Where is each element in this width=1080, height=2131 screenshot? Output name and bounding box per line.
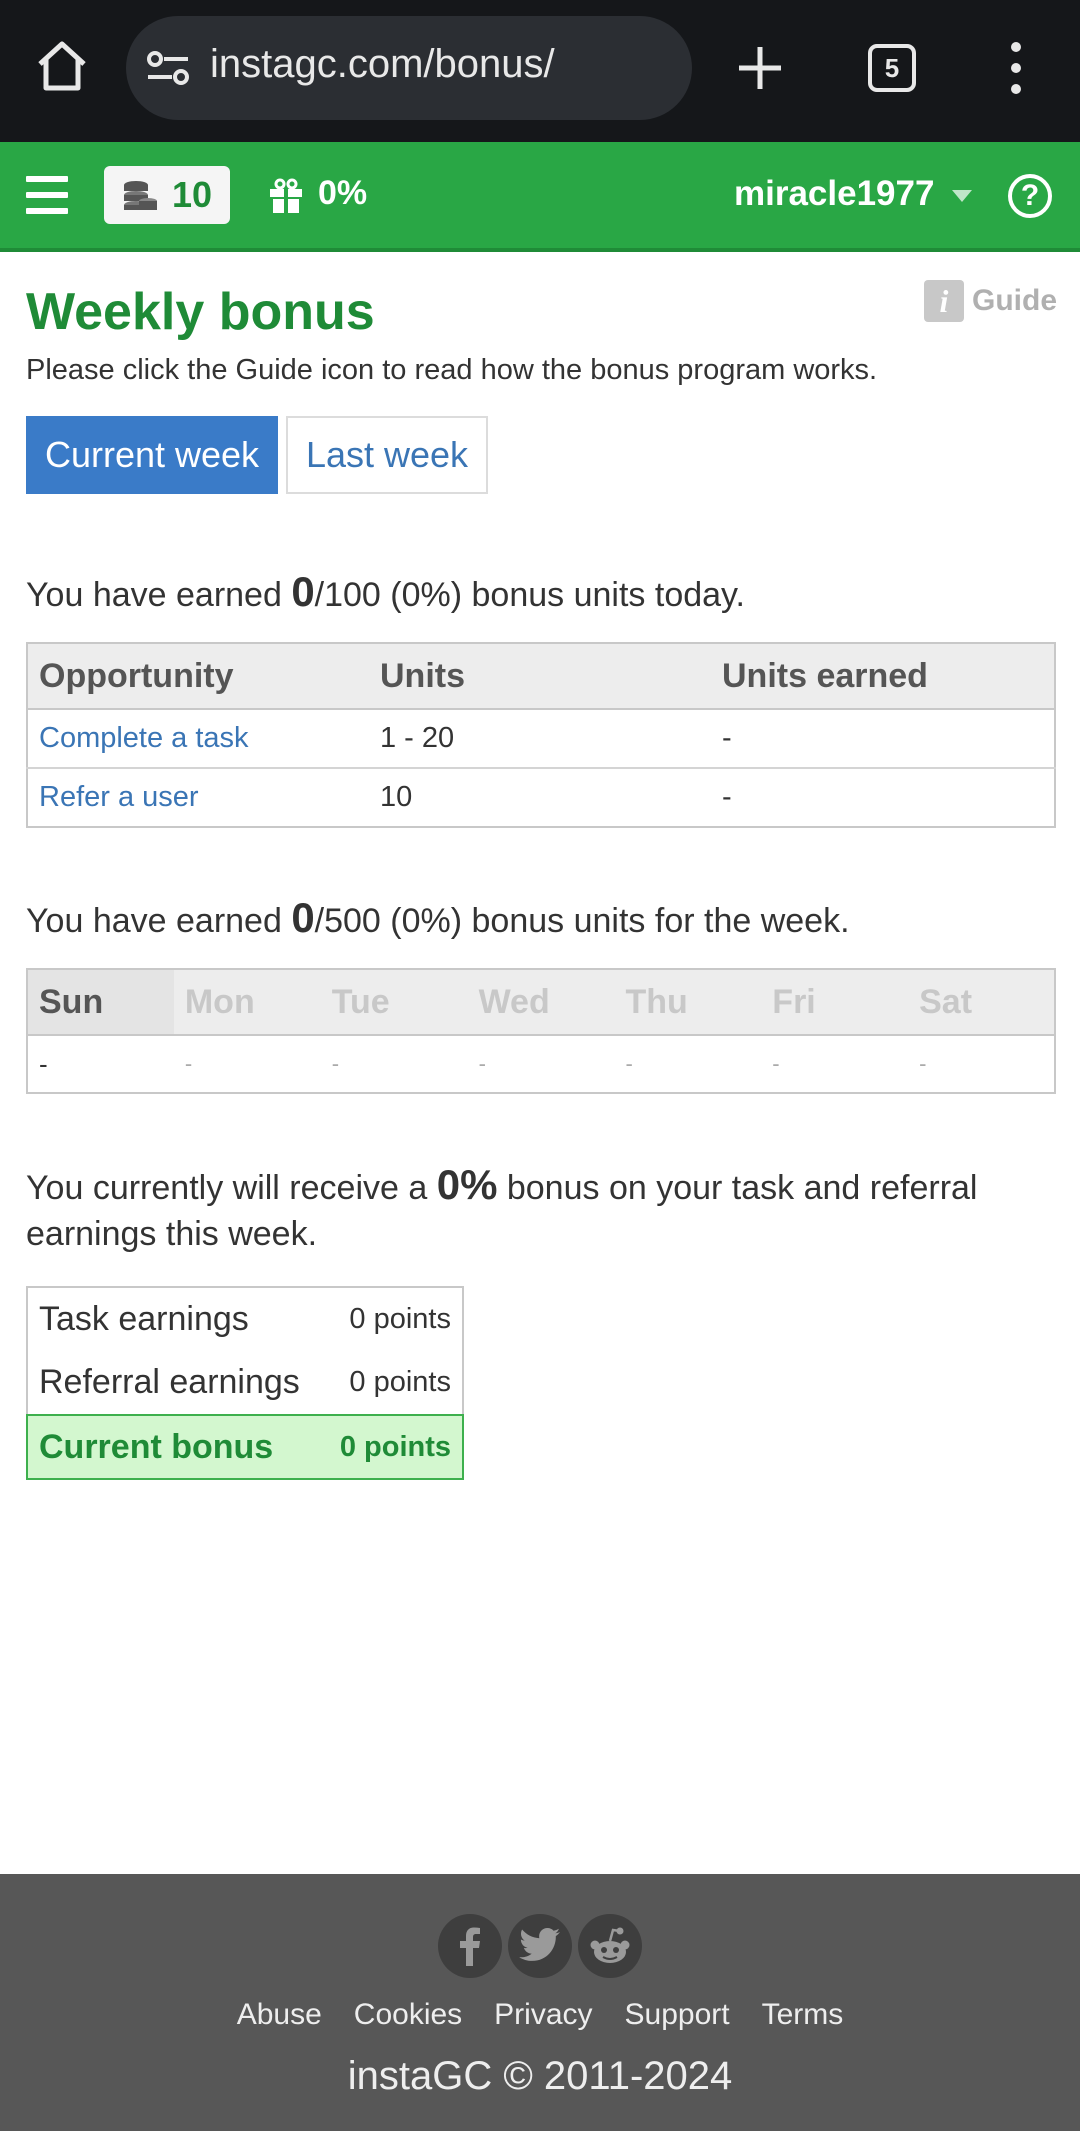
task-earnings-label: Task earnings — [39, 1300, 249, 1338]
units-earned-cell: - — [711, 767, 1055, 827]
site-header: 10 0% miracle1977 ? — [0, 142, 1080, 252]
hamburger-menu-icon[interactable] — [26, 176, 68, 214]
day-value: - — [478, 1051, 486, 1076]
weekly-earned: 0 — [291, 894, 315, 941]
bonus-summary: You currently will receive a 0% bonus on… — [26, 1161, 978, 1254]
table-row: Referral earnings 0 points — [27, 1351, 463, 1415]
units-earned-cell: - — [711, 708, 1055, 768]
site-footer: Abuse Cookies Privacy Support Terms inst… — [0, 1874, 1080, 2131]
daily-earned: 0 — [291, 568, 315, 615]
gift-icon[interactable] — [268, 178, 304, 214]
current-bonus-label: Current bonus — [25, 1414, 320, 1480]
refer-user-link[interactable]: Refer a user — [39, 781, 199, 813]
page-title: Weekly bonus — [26, 283, 375, 341]
referral-earnings-value: 0 points — [349, 1366, 451, 1398]
day-value: - — [625, 1051, 633, 1076]
current-bonus-row: Current bonus 0 points — [25, 1414, 464, 1480]
more-menu-icon[interactable] — [1006, 40, 1026, 96]
day-header-fri: Fri — [761, 969, 909, 1036]
weekly-summary: You have earned 0/500 (0%) bonus units f… — [26, 894, 850, 941]
day-value: - — [39, 1048, 48, 1079]
footer-link-privacy[interactable]: Privacy — [494, 1998, 592, 2032]
guide-label[interactable]: Guide — [972, 284, 1057, 318]
footer-link-abuse[interactable]: Abuse — [237, 1998, 322, 2032]
referral-earnings-label: Referral earnings — [39, 1363, 300, 1401]
table-row: Refer a user 10 - — [27, 767, 1055, 827]
day-value: - — [919, 1051, 927, 1076]
intro-text: Please click the Guide icon to read how … — [26, 354, 878, 386]
site-settings-icon[interactable] — [146, 50, 190, 86]
table-row: - - - - - - - — [27, 1035, 1055, 1093]
day-value: - — [331, 1051, 340, 1076]
table-row: Task earnings 0 points — [27, 1287, 463, 1351]
reddit-icon[interactable] — [578, 1914, 642, 1978]
address-bar[interactable]: instagc.com/bonus/ — [126, 16, 692, 120]
help-icon[interactable]: ? — [1008, 174, 1052, 218]
balance-badge[interactable]: 10 — [104, 166, 230, 224]
home-icon[interactable] — [34, 38, 90, 94]
bonus-percent-value: 0% — [436, 1161, 498, 1208]
tab-current-week[interactable]: Current week — [26, 416, 278, 494]
day-header-tue: Tue — [320, 969, 468, 1036]
day-header-mon: Mon — [173, 969, 321, 1036]
twitter-icon[interactable] — [508, 1914, 572, 1978]
url-text[interactable]: instagc.com/bonus/ — [210, 42, 555, 87]
earnings-table: Task earnings 0 points Referral earnings… — [25, 1286, 464, 1480]
facebook-icon[interactable] — [438, 1914, 502, 1978]
day-header-sun: Sun — [27, 969, 174, 1036]
username-menu[interactable]: miracle1977 — [734, 174, 934, 214]
day-header-thu: Thu — [614, 969, 762, 1036]
tab-last-week[interactable]: Last week — [286, 416, 488, 494]
day-header-wed: Wed — [467, 969, 615, 1036]
daily-summary: You have earned 0/100 (0%) bonus units t… — [26, 568, 745, 615]
footer-links: Abuse Cookies Privacy Support Terms — [0, 1998, 1080, 2032]
current-bonus-value: 0 points — [319, 1414, 464, 1480]
new-tab-icon[interactable] — [736, 44, 784, 92]
copyright: instaGC © 2011-2024 — [347, 2054, 733, 2098]
units-cell: 10 — [369, 767, 711, 827]
footer-link-terms[interactable]: Terms — [762, 1998, 844, 2032]
day-value: - — [772, 1051, 780, 1076]
coins-icon — [124, 181, 157, 210]
footer-link-support[interactable]: Support — [625, 1998, 730, 2032]
bonus-percent[interactable]: 0% — [318, 174, 367, 213]
guide-link[interactable]: i Guide — [924, 280, 1057, 322]
week-days-table: Sun Mon Tue Wed Thu Fri Sat - - - - - - … — [26, 968, 1056, 1094]
day-value: - — [184, 1051, 193, 1076]
day-header-sat: Sat — [908, 969, 1055, 1036]
column-header: Units earned — [711, 643, 1055, 710]
balance-value: 10 — [172, 174, 213, 215]
opportunity-table: Opportunity Units Units earned Complete … — [26, 642, 1056, 828]
column-header: Units — [369, 643, 711, 710]
units-cell: 1 - 20 — [369, 708, 711, 768]
task-earnings-value: 0 points — [349, 1303, 451, 1335]
info-icon[interactable]: i — [924, 280, 964, 322]
column-header: Opportunity — [27, 643, 369, 710]
browser-toolbar: instagc.com/bonus/ 5 — [0, 0, 1080, 142]
tab-switcher-button[interactable]: 5 — [868, 44, 916, 92]
dropdown-caret-icon[interactable] — [952, 190, 972, 202]
footer-link-cookies[interactable]: Cookies — [354, 1998, 462, 2032]
complete-task-link[interactable]: Complete a task — [39, 722, 249, 754]
table-row: Complete a task 1 - 20 - — [27, 708, 1055, 768]
